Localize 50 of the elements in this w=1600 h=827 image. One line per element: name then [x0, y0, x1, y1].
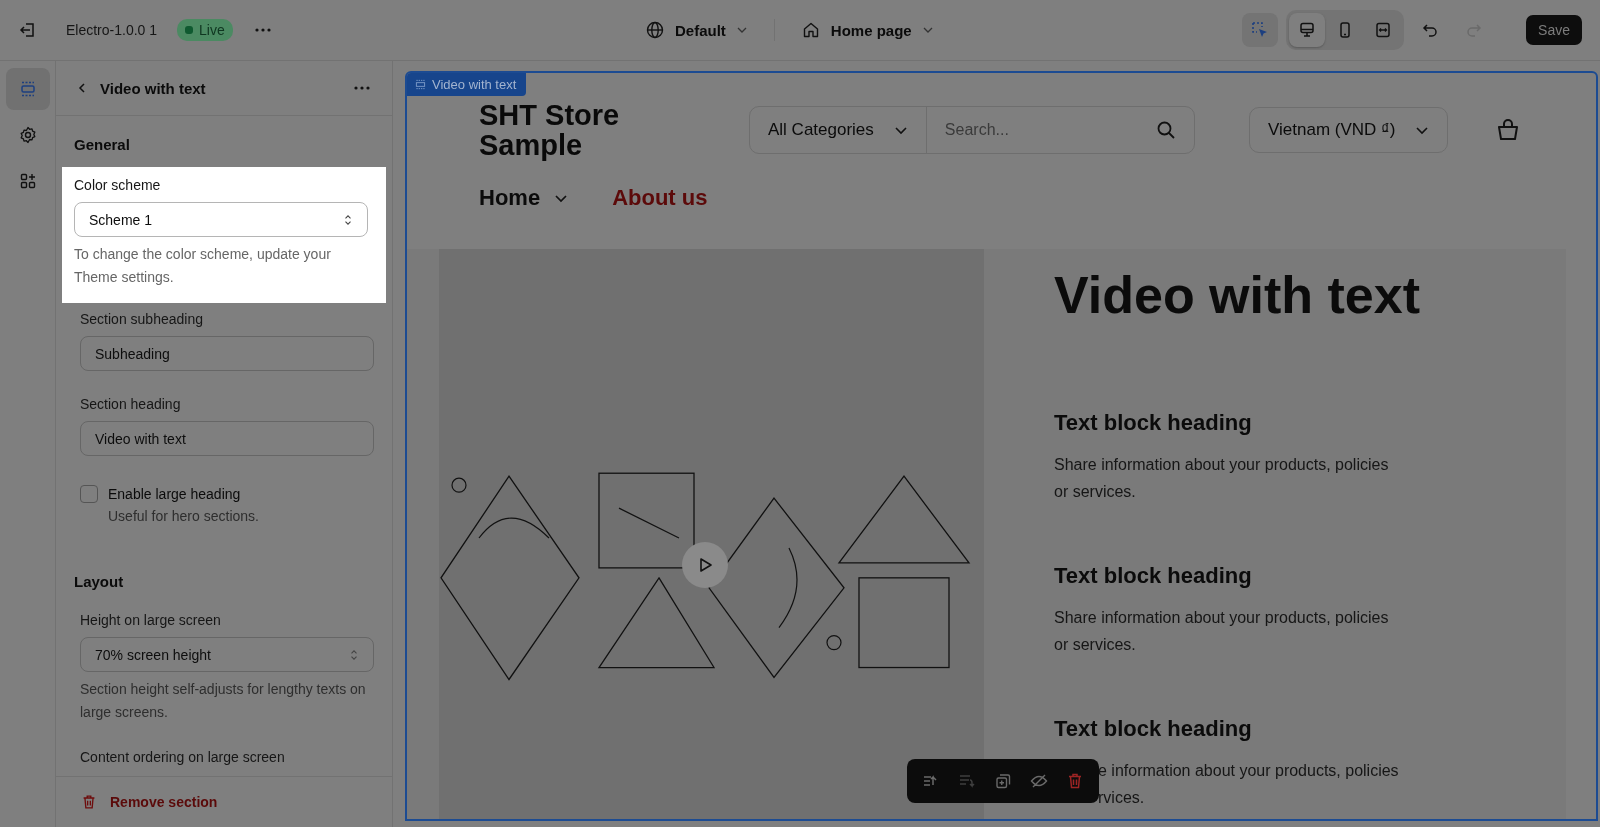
nav-link[interactable]: Home	[479, 183, 569, 213]
chevron-up-down-icon	[349, 647, 359, 662]
group-heading: Layout	[73, 572, 125, 592]
block-text: or services.	[1054, 482, 1137, 502]
block-heading: Text block heading	[1054, 409, 1253, 437]
store-name: SHT Store Sample	[479, 100, 621, 160]
help-text: Section height self-adjusts for lengthy texts on large screens.	[80, 680, 367, 722]
select-field[interactable]: 70% screen height	[80, 637, 374, 672]
language-dropdown[interactable]: Default	[645, 20, 748, 40]
page-dropdown[interactable]: Home page	[800, 20, 934, 40]
duplicate-icon[interactable]	[993, 771, 1013, 791]
select-field[interactable]: Scheme 1	[74, 202, 368, 237]
help-text: To change the color scheme, update your Theme settings.	[74, 245, 332, 287]
field-label: Section heading	[80, 396, 182, 412]
status-badge: Live	[177, 19, 233, 41]
block-text: or services.	[1054, 635, 1137, 655]
search-field[interactable]: Search...	[926, 121, 1156, 139]
field-label: Height on large screen	[80, 612, 222, 628]
inspector-button[interactable]	[1242, 13, 1279, 47]
block-text: Share information about your products, policies	[1054, 455, 1390, 475]
block-heading: Text block heading	[1054, 562, 1253, 590]
theme-name: Electro-1.0.0 1	[66, 22, 158, 38]
text-field[interactable]: Subheading	[80, 336, 374, 371]
globe-icon	[645, 20, 665, 40]
block-heading: Text block heading	[1054, 715, 1253, 743]
search-icon[interactable]	[1156, 120, 1176, 140]
block-text: Share information about your products, policies	[1054, 608, 1390, 628]
section-label: Video with text	[407, 73, 527, 96]
remove-section-button[interactable]: Remove section	[80, 793, 218, 811]
desktop-view-button[interactable]	[1289, 13, 1326, 47]
help-text: Useful for hero sections.	[107, 507, 260, 526]
currency-dropdown[interactable]: Vietnam (VND ₫)	[1249, 107, 1449, 153]
shopping-bag-icon[interactable]	[1496, 118, 1521, 142]
field-label: Section subheading	[80, 311, 204, 327]
group-heading: General	[73, 135, 131, 155]
panel-title: Video with text	[100, 79, 206, 97]
checkbox[interactable]	[80, 485, 98, 503]
block-text: e information about your products, policies	[1098, 761, 1400, 781]
section-icon	[415, 79, 426, 90]
block-text: rvices.	[1098, 788, 1146, 808]
field-label: Content ordering on large screen	[80, 749, 286, 765]
nav-link[interactable]: About us	[612, 183, 708, 213]
back-icon[interactable]	[76, 82, 88, 94]
chevron-up-down-icon	[343, 212, 353, 227]
checkbox-label: Enable large heading	[108, 486, 241, 502]
field-label: Color scheme	[74, 177, 162, 193]
text-field[interactable]: Video with text	[80, 421, 374, 456]
category-dropdown[interactable]: All Categories	[750, 107, 927, 153]
save-button[interactable]: Save	[1526, 15, 1582, 45]
section-heading: Video with text	[1054, 265, 1420, 326]
